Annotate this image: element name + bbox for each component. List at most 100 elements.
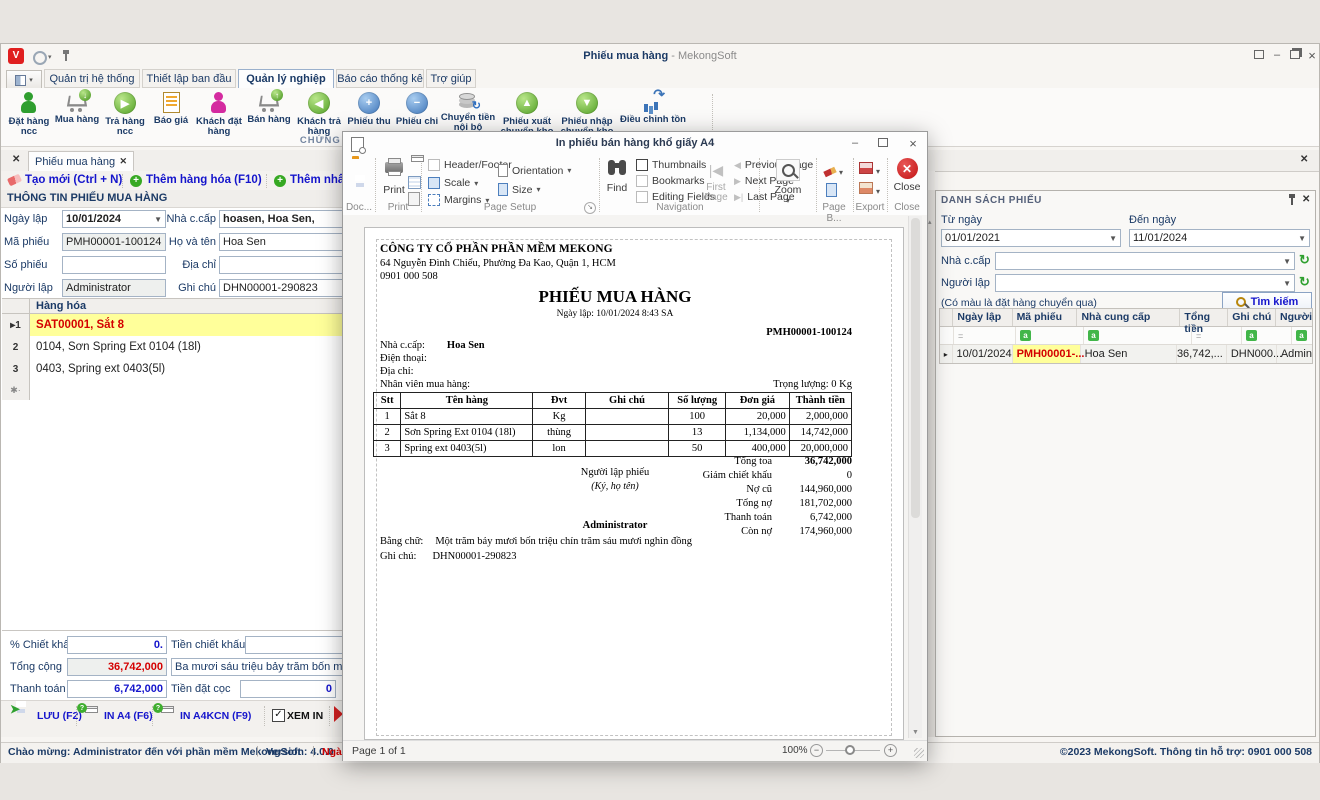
quick-access-caret-icon[interactable]: ▾ xyxy=(48,53,52,61)
supplier-refresh-icon[interactable]: ↻ xyxy=(1299,252,1310,268)
doc-tab-phieu-mua-hang[interactable]: Phiếu mua hàng ✕ xyxy=(28,151,134,171)
customer-order-icon xyxy=(210,92,228,114)
find-button[interactable]: Find xyxy=(604,160,630,194)
ribbon-tab-bao-cao[interactable]: Báo cáo thống kê xyxy=(336,69,424,88)
filter-abc-icon[interactable]: a xyxy=(1084,327,1192,344)
zoom-in-button[interactable]: + xyxy=(884,744,897,757)
tool-bao-gia[interactable]: Báo giá xyxy=(150,92,192,126)
window-fullscreen-button[interactable] xyxy=(1252,50,1266,62)
quick-access-circle-icon[interactable] xyxy=(33,51,47,65)
print-grid-button[interactable] xyxy=(408,176,421,189)
export-document-button[interactable]: ▾ xyxy=(859,161,880,179)
preview-scrollbar[interactable]: ▼ xyxy=(908,216,922,738)
highlighted-cell[interactable]: PMH00001-... xyxy=(1013,345,1081,363)
dat-coc-input[interactable]: 0 xyxy=(240,680,336,698)
creator-refresh-icon[interactable]: ↻ xyxy=(1299,274,1310,290)
thumbnails-button[interactable]: Thumbnails xyxy=(636,159,706,171)
panel-pin-icon[interactable] xyxy=(1288,194,1296,206)
to-date-label: Đến ngày xyxy=(1129,214,1176,226)
resize-grip-icon[interactable] xyxy=(914,748,924,758)
tool-dieu-chinh-ton[interactable]: Điều chỉnh tồn xyxy=(618,92,688,125)
printer-icon xyxy=(385,162,403,173)
tab-strip-close-icon[interactable]: ✕ xyxy=(1300,154,1308,165)
export-icon xyxy=(859,162,873,174)
dialog-maximize-button[interactable] xyxy=(876,138,890,150)
to-date-combo[interactable]: 11/01/2024▼ xyxy=(1129,229,1310,247)
tool-tra-hang-ncc[interactable]: ▶Trả hàng ncc xyxy=(102,92,148,137)
export-send-button[interactable]: ▾ xyxy=(859,181,880,199)
tool-mua-hang[interactable]: ↓Mua hàng xyxy=(54,92,100,125)
panel-creator-combo[interactable]: ▼ xyxy=(995,274,1295,292)
filter-abc-icon[interactable]: a xyxy=(1016,327,1084,344)
page-color-button[interactable] xyxy=(826,183,837,202)
tool-khach-dat-hang[interactable]: Khách đặt hàng xyxy=(194,92,244,137)
watermark-button[interactable]: ▾ xyxy=(824,162,843,180)
print-button[interactable]: Print xyxy=(382,160,406,196)
window-restore-button[interactable] xyxy=(1288,50,1302,62)
filter-abc-icon[interactable]: a xyxy=(1292,327,1312,344)
ngay-lap-combo[interactable]: 10/01/2024▼ xyxy=(62,210,166,228)
tool-phieu-chi[interactable]: −Phiếu chi xyxy=(394,92,440,127)
window-minimize-button[interactable]: – xyxy=(1270,50,1284,62)
filter-eq-icon[interactable]: = xyxy=(1192,327,1242,344)
scrollbar-thumb[interactable] xyxy=(911,218,920,518)
col-ngay-lap[interactable]: Ngày lập xyxy=(953,309,1012,326)
col-ma-phieu[interactable]: Mã phiếu xyxy=(1013,309,1078,326)
thanh-toan-input[interactable]: 6,742,000 xyxy=(67,680,167,698)
chiet-khau-input[interactable]: 0. xyxy=(67,636,167,654)
ribbon-tab-thiet-lap[interactable]: Thiết lập ban đầu xyxy=(142,69,236,88)
invoice-amount-words: Bằng chữ:Một trăm bảy mươi bốn triệu chí… xyxy=(380,536,692,547)
phieu-grid-row[interactable]: ▸ 10/01/2024 PMH00001-... Hoa Sen 36,742… xyxy=(940,345,1312,363)
invoice-item-row: 3 Spring ext 0403(5l) lon 50 400,000 20,… xyxy=(374,441,852,457)
ribbon-tab-tro-giup[interactable]: Trợ giúp xyxy=(426,69,476,88)
stock-out-icon: ▲ xyxy=(516,92,538,114)
group-label-print: Print xyxy=(380,202,416,213)
xem-in-checkbox[interactable]: ✓ xyxy=(272,709,285,722)
print-a4-button[interactable]: IN A4 (F6) xyxy=(104,710,153,722)
so-phieu-input[interactable] xyxy=(62,256,166,274)
close-all-tabs-icon[interactable]: ✕ xyxy=(12,154,20,165)
dialog-close-button[interactable]: ✕ Close xyxy=(892,158,922,193)
tool-khach-tra-hang[interactable]: ◀Khách trả hàng xyxy=(294,92,344,137)
zoom-out-button[interactable]: − xyxy=(810,744,823,757)
thanh-toan-label: Thanh toán xyxy=(10,683,66,695)
col-tong-tien[interactable]: Tổng tiền xyxy=(1180,309,1228,326)
add-item-button[interactable]: Thêm hàng hóa (F10) xyxy=(146,174,262,186)
ribbon-tab-quan-ly-nghiep-vu[interactable]: Quản lý nghiệp vụ xyxy=(238,69,334,89)
doc-tab-close-icon[interactable]: ✕ xyxy=(119,156,127,167)
window-close-button[interactable]: × xyxy=(1305,50,1319,62)
scale-button[interactable]: Scale▾ xyxy=(428,177,478,189)
tool-ban-hang[interactable]: ↑Bán hàng xyxy=(246,92,292,125)
panel-close-icon[interactable]: ✕ xyxy=(1302,194,1310,205)
tool-chuyen-tien[interactable]: Chuyển tiền nội bộ xyxy=(440,92,496,133)
filter-abc-icon[interactable]: a xyxy=(1242,327,1292,344)
sell-cart-icon: ↑ xyxy=(259,92,279,112)
new-button[interactable]: Tạo mới (Ctrl + N) xyxy=(25,174,122,186)
panel-supplier-combo[interactable]: ▼ xyxy=(995,252,1295,270)
from-date-combo[interactable]: 01/01/2021▼ xyxy=(941,229,1121,247)
right-panel-title: DANH SÁCH PHIẾU xyxy=(941,195,1042,206)
print-a4kcn-button[interactable]: IN A4KCN (F9) xyxy=(180,710,251,722)
xem-in-label[interactable]: XEM IN xyxy=(287,710,323,722)
zoom-slider-thumb[interactable] xyxy=(845,745,855,755)
quick-access-pin-icon[interactable] xyxy=(62,50,70,62)
size-button[interactable]: Size▾ xyxy=(498,183,540,196)
col-nha-cung-cap[interactable]: Nhà cung cấp xyxy=(1077,309,1180,326)
ribbon-tab-quan-tri[interactable]: Quản trị hệ thống xyxy=(44,69,140,88)
dialog-minimize-button[interactable]: – xyxy=(848,138,862,150)
dialog-close-x-button[interactable]: × xyxy=(906,138,920,150)
tool-phieu-thu[interactable]: +Phiếu thu xyxy=(346,92,392,127)
col-ghi-chu[interactable]: Ghi chú xyxy=(1228,309,1276,326)
size-icon xyxy=(498,183,508,196)
orientation-button[interactable]: Orientation▾ xyxy=(498,164,571,177)
page-setup-launcher-icon[interactable]: ↘ xyxy=(584,202,596,214)
zoom-button[interactable]: Zoom ▾ xyxy=(770,159,806,205)
grid-filter-row[interactable]: = a a = a a xyxy=(940,327,1312,345)
tong-cong-input: 36,742,000 xyxy=(67,658,167,676)
col-nguoi[interactable]: Người xyxy=(1276,309,1312,326)
scrollbar-down-icon[interactable]: ▼ xyxy=(912,729,919,736)
tool-dat-hang-ncc[interactable]: Đặt hàng ncc xyxy=(6,92,52,137)
filter-eq-icon[interactable]: = xyxy=(954,327,1016,344)
coins-transfer-icon xyxy=(459,92,477,110)
app-menu-button[interactable]: ▾ xyxy=(6,70,42,90)
